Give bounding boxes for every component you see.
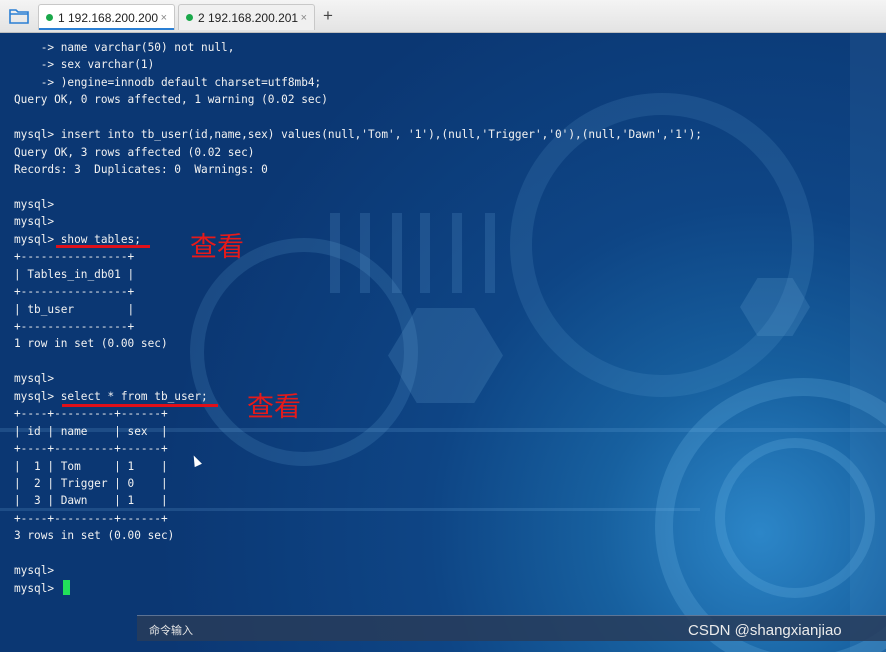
- close-icon[interactable]: ×: [161, 12, 167, 24]
- background-strip: [850, 33, 886, 652]
- terminal-line: | id | name | sex |: [14, 424, 168, 438]
- annotation-note: 查看: [190, 232, 244, 263]
- terminal-line: mysql> insert into tb_user(id,name,sex) …: [14, 128, 702, 142]
- tab-bar: 1 192.168.200.200 × 2 192.168.200.201 × …: [0, 0, 886, 33]
- terminal-output: -> name varchar(50) not null, -> sex var…: [14, 39, 702, 597]
- watermark: CSDN @shangxianjiao: [688, 622, 842, 639]
- annotation-note: 查看: [247, 392, 301, 423]
- terminal-line: | tb_user |: [14, 302, 135, 316]
- terminal-line: +----+---------+------+: [14, 407, 168, 421]
- command-input-label: 命令输入: [149, 625, 193, 637]
- terminal-line: 3 rows in set (0.00 sec): [14, 529, 175, 543]
- terminal-line: mysql>: [14, 197, 55, 211]
- terminal-line: mysql>: [14, 372, 55, 386]
- terminal-line: +----------------+: [14, 250, 135, 264]
- terminal-area[interactable]: -> name varchar(50) not null, -> sex var…: [0, 33, 886, 652]
- terminal-line: Query OK, 0 rows affected, 1 warning (0.…: [14, 93, 328, 107]
- terminal-line: +----+---------+------+: [14, 442, 168, 456]
- red-underline-select: [62, 404, 218, 407]
- tab-label: 2 192.168.200.201: [198, 10, 299, 25]
- terminal-line: mysql>: [14, 579, 702, 597]
- terminal-line: +----------------+: [14, 285, 135, 299]
- terminal-line: | 3 | Dawn | 1 |: [14, 494, 168, 508]
- terminal-line: mysql>: [14, 215, 55, 229]
- terminal-cursor: [62, 579, 70, 595]
- tab-session-2[interactable]: 2 192.168.200.201 ×: [178, 4, 315, 30]
- terminal-line: -> sex varchar(1): [14, 58, 155, 72]
- terminal-line: -> )engine=innodb default charset=utf8mb…: [14, 75, 322, 89]
- terminal-line: | 2 | Trigger | 0 |: [14, 476, 168, 490]
- terminal-line: mysql>: [14, 564, 55, 578]
- terminal-line: mysql> select * from tb_user;: [14, 389, 208, 403]
- folder-icon[interactable]: [8, 6, 30, 26]
- terminal-line: Records: 3 Duplicates: 0 Warnings: 0: [14, 163, 268, 177]
- red-underline-show-tables: [56, 245, 150, 248]
- tab-session-1[interactable]: 1 192.168.200.200 ×: [38, 4, 175, 30]
- terminal-line: -> name varchar(50) not null,: [14, 41, 235, 54]
- tab-label: 1 192.168.200.200: [58, 10, 159, 25]
- close-icon[interactable]: ×: [301, 12, 307, 24]
- terminal-line: | 1 | Tom | 1 |: [14, 459, 168, 473]
- add-tab-button[interactable]: +: [319, 6, 337, 26]
- terminal-line: | Tables_in_db01 |: [14, 267, 135, 281]
- terminal-line: Query OK, 3 rows affected (0.02 sec): [14, 145, 255, 159]
- connected-status-icon: [46, 14, 53, 21]
- terminal-line: +----+---------+------+: [14, 511, 168, 525]
- connected-status-icon: [186, 14, 193, 21]
- terminal-line: 1 row in set (0.00 sec): [14, 337, 168, 351]
- terminal-line: +----------------+: [14, 320, 135, 333]
